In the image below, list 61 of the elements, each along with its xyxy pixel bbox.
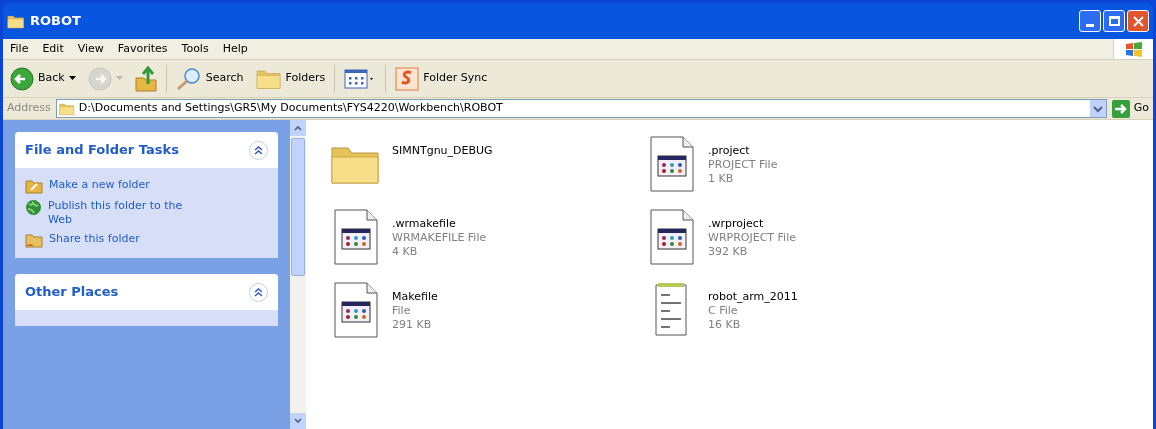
folders-button[interactable]: Folders	[252, 65, 329, 92]
close-button[interactable]	[1127, 10, 1149, 32]
task-link[interactable]: Share this folder	[49, 232, 199, 246]
address-field[interactable]: D:\Documents and Settings\GR5\My Documents\FYS4220\Workbench\ROBOT	[55, 99, 1107, 118]
file-size: 4 KB	[392, 245, 419, 259]
scrollbar[interactable]	[290, 120, 306, 429]
dropdown-arrow-icon	[115, 76, 123, 81]
dropdown-arrow-icon	[68, 76, 76, 81]
menu-item[interactable]: Favorites	[110, 40, 175, 58]
double-chevron-icon	[254, 145, 263, 155]
sync-button[interactable]: Folder Sync	[392, 64, 491, 93]
address-label: Address	[6, 100, 52, 117]
task-link[interactable]: Publish this folder to the Web	[48, 199, 198, 227]
file-name: .project	[708, 144, 751, 158]
file-icon	[650, 136, 694, 192]
close-icon	[1132, 15, 1144, 27]
file-icon	[334, 282, 378, 338]
menu-item[interactable]: Tools	[174, 40, 216, 58]
menu-item[interactable]: View	[70, 40, 111, 58]
minimize-button[interactable]	[1079, 10, 1101, 32]
file-size: 1 KB	[708, 172, 735, 186]
search-button[interactable]: Search	[172, 64, 247, 93]
file-icon	[334, 209, 378, 265]
file-type: PROJECT File	[708, 158, 778, 172]
shared-folder-icon	[25, 232, 43, 248]
collapse-button[interactable]	[249, 140, 268, 160]
window-title: ROBOT	[30, 12, 81, 31]
double-chevron-icon	[254, 287, 263, 297]
windows-logo-icon	[1124, 41, 1143, 57]
file-icon	[650, 209, 694, 265]
menu-item[interactable]: Help	[215, 40, 255, 58]
file-type: File	[392, 304, 412, 318]
collapse-button[interactable]	[249, 282, 268, 302]
file-size: 291 KB	[392, 318, 433, 332]
file-size: 392 KB	[708, 245, 749, 259]
file-type: WRPROJECT File	[708, 231, 796, 245]
menu-item[interactable]: File	[3, 40, 36, 58]
folder-icon	[25, 178, 43, 194]
file-name: robot_arm_2011	[708, 290, 798, 304]
file-size: 16 KB	[708, 318, 742, 332]
maximize-button[interactable]	[1103, 10, 1125, 32]
file-name: .wrproject	[708, 217, 765, 231]
file-name: Makefile	[392, 290, 438, 304]
search-icon	[175, 66, 202, 91]
file-type: C File	[708, 304, 739, 318]
sync-icon	[395, 66, 420, 91]
file-name: SIMNTgnu_DEBUG	[392, 144, 493, 158]
back-button[interactable]: Back	[7, 64, 79, 93]
panel-title: Other Places	[25, 283, 119, 302]
scroll-thumb[interactable]	[291, 138, 305, 276]
panel-title: File and Folder Tasks	[25, 141, 179, 160]
menu-item[interactable]: Edit	[35, 40, 71, 58]
task-link[interactable]: Make a new folder	[49, 178, 199, 192]
folder-icon	[58, 101, 75, 116]
globe-icon	[25, 199, 42, 216]
folder-icon	[7, 13, 25, 29]
go-button[interactable]: Go	[1109, 99, 1151, 118]
folder-up-icon	[134, 65, 157, 92]
file-type: WRMAKEFILE File	[392, 231, 487, 245]
folders-icon	[255, 67, 282, 90]
file-name: .wrmakefile	[392, 217, 457, 231]
